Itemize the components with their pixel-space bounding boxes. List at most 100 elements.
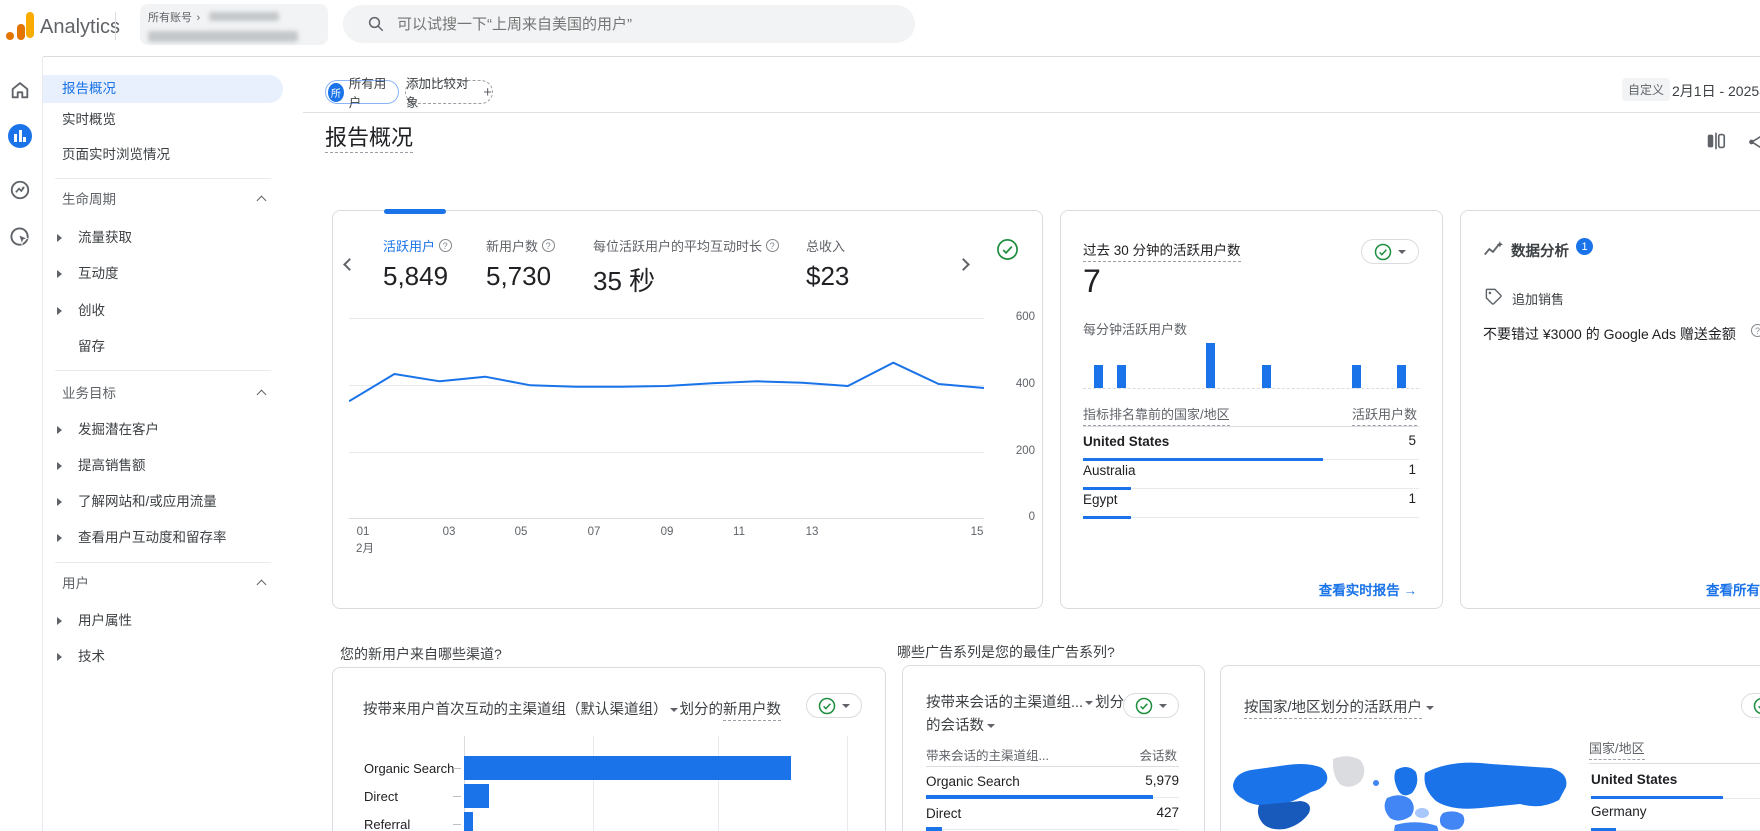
expand-caret-icon[interactable] bbox=[57, 270, 62, 278]
table-row[interactable]: Germany bbox=[1591, 803, 1760, 821]
table-row[interactable]: Egypt 1 bbox=[1083, 491, 1419, 509]
table-row[interactable]: Organic Search 5,979 bbox=[926, 773, 1179, 791]
search-bar[interactable] bbox=[343, 5, 915, 43]
expand-caret-icon[interactable] bbox=[57, 462, 62, 470]
nav-item-acquisition[interactable]: 流量获取 bbox=[43, 224, 283, 252]
status-ok-dropdown[interactable] bbox=[806, 693, 862, 718]
insights-count-badge: 1 bbox=[1576, 238, 1593, 255]
nav-item-realtime-overview[interactable]: 实时概览 bbox=[43, 106, 283, 134]
nav-item-drive-sales[interactable]: 提高销售额 bbox=[43, 452, 283, 480]
nav-item-engagement-retention[interactable]: 查看用户互动度和留存率 bbox=[43, 524, 283, 552]
bar[interactable] bbox=[464, 756, 791, 780]
row-bar bbox=[1083, 458, 1323, 461]
country-name: United States bbox=[1083, 434, 1169, 449]
nav-item-understand-traffic[interactable]: 了解网站和/或应用流量 bbox=[43, 488, 283, 516]
reports-icon[interactable] bbox=[7, 123, 33, 149]
advertising-icon[interactable] bbox=[7, 224, 33, 250]
expand-caret-icon[interactable] bbox=[57, 234, 62, 242]
report-nav: 报告概况 实时概览 页面实时浏览情况 生命周期 流量获取 互动度 创收 留存 业… bbox=[43, 57, 283, 831]
channel-name: Direct bbox=[926, 806, 961, 821]
collapse-icon[interactable] bbox=[257, 390, 267, 400]
table-row[interactable]: United States bbox=[1591, 771, 1760, 789]
view-all-insights-link[interactable]: 查看所有数 bbox=[1706, 579, 1760, 599]
collapse-icon[interactable] bbox=[257, 196, 267, 206]
country-value: 5 bbox=[1408, 433, 1416, 448]
caret-down-icon bbox=[842, 704, 850, 708]
collapse-icon[interactable] bbox=[257, 580, 267, 590]
tick bbox=[453, 824, 461, 825]
realtime-value: 7 bbox=[1083, 263, 1101, 300]
expand-caret-icon[interactable] bbox=[57, 307, 62, 315]
nav-section-lifecycle[interactable]: 生命周期 bbox=[43, 186, 283, 214]
expand-caret-icon[interactable] bbox=[57, 653, 62, 661]
table-header-dimension: 指标排名靠前的国家/地区 bbox=[1083, 404, 1230, 426]
share-icon[interactable] bbox=[1746, 131, 1760, 158]
account-selector[interactable]: 所有账号 › bbox=[140, 4, 328, 45]
nav-item-monetization[interactable]: 创收 bbox=[43, 297, 283, 325]
card-title[interactable]: 按国家/地区划分的活跃用户 bbox=[1244, 696, 1434, 717]
status-ok-dropdown[interactable] bbox=[1741, 693, 1760, 718]
row-track bbox=[1083, 517, 1419, 518]
caret-down-icon bbox=[1159, 704, 1167, 708]
table-header-metric: 活跃用户数 bbox=[1352, 404, 1417, 426]
nav-item-realtime-pages[interactable]: 页面实时浏览情况 bbox=[43, 141, 283, 169]
card-title[interactable]: 按带来会话的主渠道组...划分的会话数 bbox=[926, 692, 1126, 738]
nav-section-user[interactable]: 用户 bbox=[43, 570, 283, 598]
new-users-channel-card: 按带来用户首次互动的主渠道组（默认渠道组）划分的新用户数 Organic Sea… bbox=[332, 667, 886, 831]
expand-caret-icon[interactable] bbox=[57, 534, 62, 542]
table-header-dimension: 国家/地区 bbox=[1589, 738, 1645, 760]
minute-bar bbox=[1206, 343, 1215, 388]
nav-item-engagement[interactable]: 互动度 bbox=[43, 260, 283, 288]
plus-icon: + bbox=[483, 84, 492, 101]
expand-caret-icon[interactable] bbox=[57, 617, 62, 625]
status-ok-dropdown[interactable] bbox=[1123, 693, 1179, 718]
explore-icon[interactable] bbox=[7, 177, 33, 203]
help-icon[interactable]: ? bbox=[1751, 324, 1760, 337]
expand-caret-icon[interactable] bbox=[57, 498, 62, 506]
date-range-picker[interactable]: 2月1日 - 2025年 bbox=[1672, 81, 1760, 101]
analytics-logo-icon[interactable] bbox=[6, 12, 36, 40]
question-new-user-channels: 您的新用户来自哪些渠道? bbox=[340, 644, 502, 664]
metric-name[interactable]: 新用户数 bbox=[723, 702, 781, 721]
check-circle-icon bbox=[1135, 697, 1153, 715]
metric-name[interactable]: 会话数 bbox=[941, 718, 985, 734]
segment-chip-all-users[interactable]: 所 所有用户 bbox=[325, 80, 399, 104]
search-input[interactable] bbox=[397, 5, 897, 43]
table-row[interactable]: United States 5 bbox=[1083, 433, 1419, 451]
insight-message[interactable]: 不要错过 ¥3000 的 Google Ads 赠送金额 bbox=[1483, 324, 1736, 344]
card-title[interactable]: 按带来用户首次互动的主渠道组（默认渠道组）划分的新用户数 bbox=[363, 698, 803, 719]
nav-item-tech[interactable]: 技术 bbox=[43, 643, 283, 671]
customize-report-icon[interactable] bbox=[1705, 130, 1727, 157]
search-icon bbox=[367, 15, 385, 33]
tick bbox=[453, 796, 461, 797]
redacted-property-name bbox=[148, 31, 298, 42]
tag-icon bbox=[1484, 287, 1503, 311]
nav-section-business-objectives[interactable]: 业务目标 bbox=[43, 380, 283, 408]
home-icon[interactable] bbox=[7, 77, 33, 103]
bar[interactable] bbox=[464, 784, 489, 808]
x-tick: 09 bbox=[661, 526, 674, 538]
bar[interactable] bbox=[464, 812, 473, 831]
nav-item-report-snapshot[interactable]: 报告概况 bbox=[43, 75, 283, 103]
overview-metrics-card: 活跃用户 ? 5,849 新用户数 ? 5,730 每位活跃用户的平均互动时长 … bbox=[332, 210, 1043, 609]
redacted-account-name bbox=[209, 12, 279, 21]
nav-item-generate-leads[interactable]: 发掘潜在客户 bbox=[43, 416, 283, 444]
product-name: Analytics bbox=[40, 16, 120, 39]
x-axis-month: 2月 bbox=[356, 540, 374, 556]
nav-item-user-attributes[interactable]: 用户属性 bbox=[43, 607, 283, 635]
add-comparison-chip[interactable]: 添加比较对象 + bbox=[405, 80, 493, 104]
bar-label: Organic Search bbox=[364, 761, 454, 776]
minute-bar bbox=[1352, 365, 1361, 388]
table-row[interactable]: Australia 1 bbox=[1083, 462, 1419, 480]
view-realtime-link[interactable]: 查看实时报告 → bbox=[1319, 579, 1417, 599]
table-row[interactable]: Direct 427 bbox=[926, 805, 1179, 823]
status-ok-dropdown[interactable] bbox=[1361, 239, 1419, 264]
divider bbox=[1083, 426, 1419, 427]
country-name: Australia bbox=[1083, 463, 1136, 478]
x-tick: 05 bbox=[515, 526, 528, 538]
expand-caret-icon[interactable] bbox=[57, 426, 62, 434]
active-users-map-card: 按国家/地区划分的活跃用户 国家/地区 United States German… bbox=[1220, 665, 1760, 831]
nav-item-retention[interactable]: 留存 bbox=[43, 333, 283, 361]
gridline bbox=[718, 736, 719, 831]
chevron-right-icon: › bbox=[196, 12, 200, 24]
